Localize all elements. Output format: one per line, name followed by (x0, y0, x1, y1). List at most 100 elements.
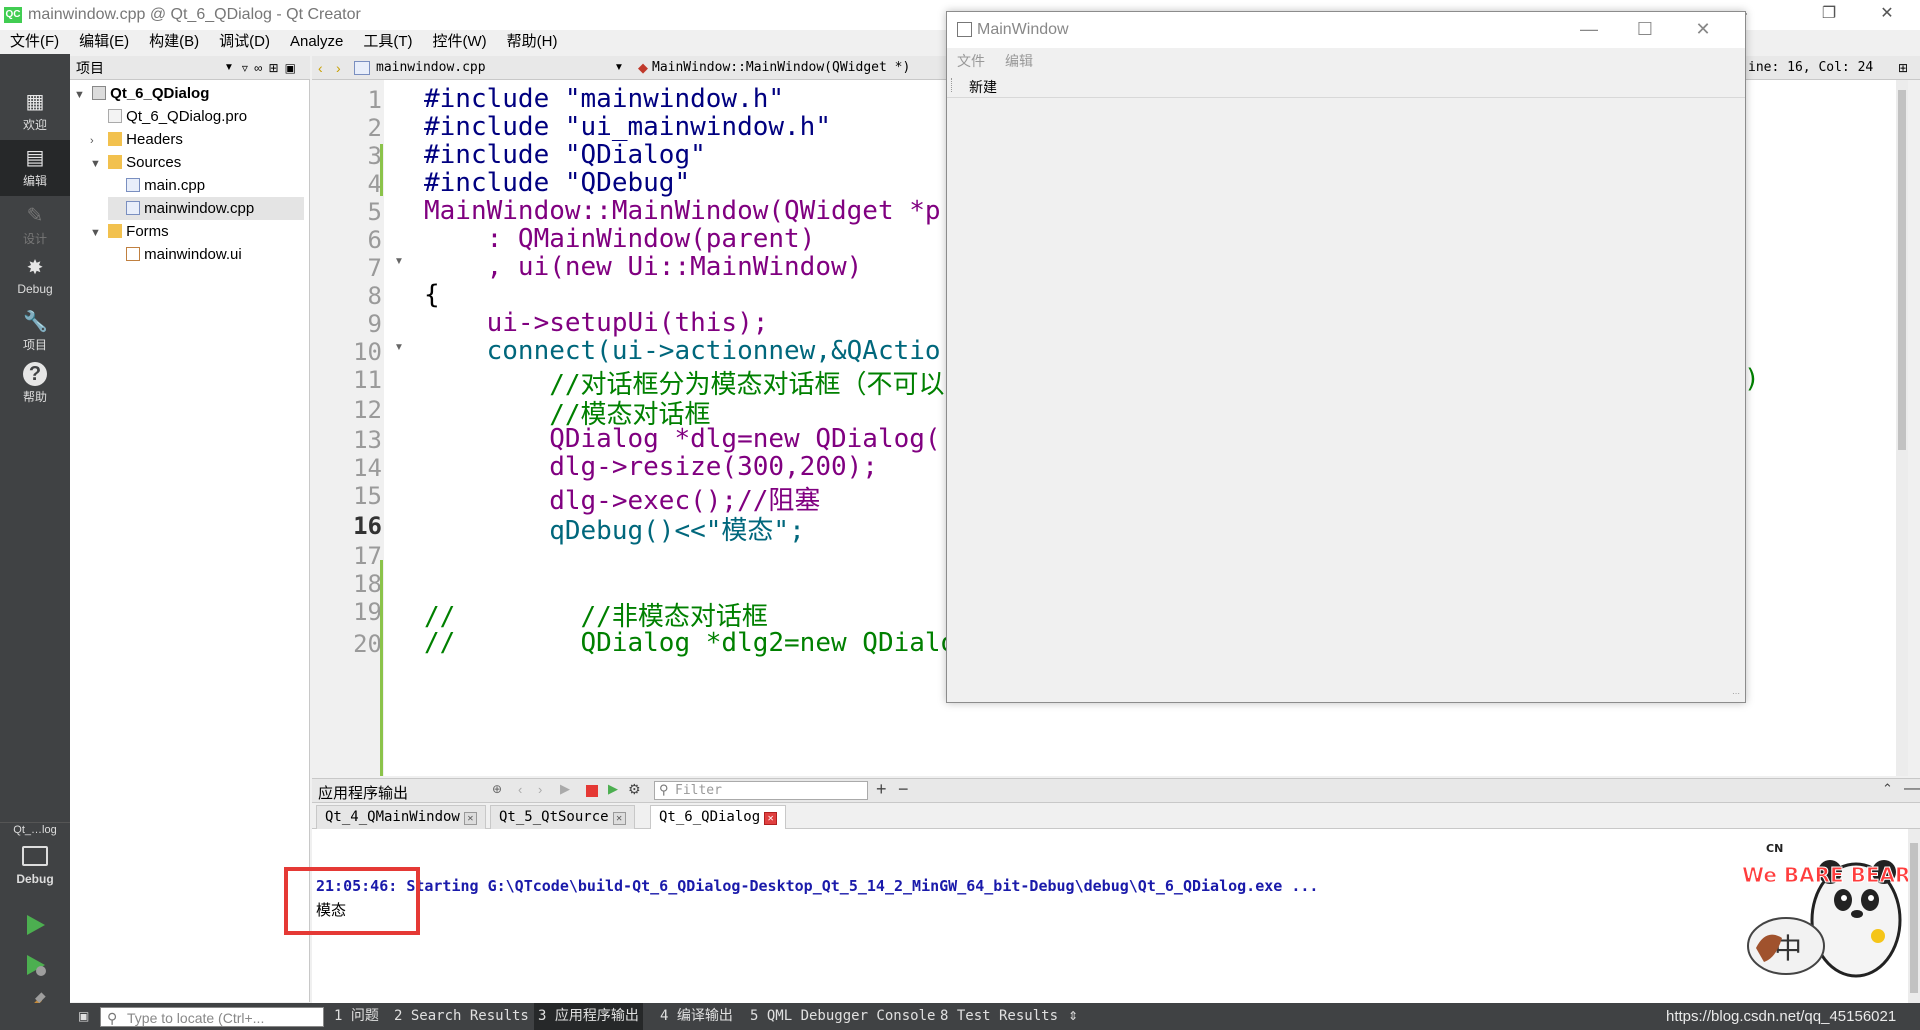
menu-debug[interactable]: 调试(D) (209, 30, 280, 54)
kit-selector[interactable]: Debug (0, 840, 70, 900)
code-line: , ui(new Ui::MainWindow) (424, 252, 863, 282)
output-tab-active[interactable]: Qt_6_QDialog ✕ (650, 805, 787, 829)
toolbar-grip[interactable] (951, 78, 953, 92)
status-pane-issues[interactable]: 1 问题 (334, 1003, 379, 1030)
status-pane-search-results[interactable]: 2 Search Results (394, 1003, 529, 1030)
chevron-down-icon[interactable]: ▼ (614, 56, 624, 80)
project-tree: ▼ Qt_6_QDialog Qt_6_QDialog.pro › Header… (70, 80, 310, 1002)
tree-item-main-cpp[interactable]: main.cpp (108, 174, 304, 197)
chevron-down-icon[interactable]: ▼ (224, 62, 234, 73)
gear-icon[interactable]: ⚙ (628, 781, 641, 798)
search-icon: ⚲ (107, 1010, 118, 1026)
tree-item-sources[interactable]: ▼ Sources (90, 151, 304, 174)
restore-icon[interactable]: ❐ (1806, 0, 1852, 30)
split-icon[interactable]: ⊞ (269, 61, 279, 75)
output-scrollbar[interactable] (1908, 829, 1920, 1003)
status-bar: ▣ ⚲ Type to locate (Ctrl+... 1 问题 2 Sear… (0, 1003, 1920, 1030)
tree-item-label: Sources (126, 154, 182, 171)
close-icon[interactable]: ✕ (1864, 0, 1910, 30)
close-tab-icon[interactable]: ✕ (463, 812, 477, 825)
debug-icon[interactable]: ▶ (608, 781, 618, 797)
editor-scrollbar[interactable] (1896, 80, 1908, 776)
attach-icon[interactable]: ⊕ (492, 782, 502, 796)
line-number: 12 (353, 396, 382, 424)
tree-item-headers[interactable]: › Headers (90, 128, 304, 151)
status-pane-test-results[interactable]: 8 Test Results (940, 1003, 1058, 1030)
more-panes-icon[interactable]: ⇕ (1068, 1003, 1078, 1030)
run-icon[interactable] (22, 912, 48, 938)
expand-arrow-icon[interactable]: ▼ (90, 222, 104, 245)
fold-arrow-icon[interactable]: ▼ (394, 256, 404, 267)
tree-item-project[interactable]: ▼ Qt_6_QDialog (74, 82, 304, 105)
resize-grip-icon[interactable]: ⋯ (1732, 689, 1742, 699)
output-tab[interactable]: Qt_5_QtSource ✕ (490, 805, 635, 829)
scrollbar-thumb[interactable] (1898, 90, 1906, 450)
status-pane-app-output[interactable]: 3 应用程序输出 (534, 1003, 643, 1030)
locator-input[interactable]: ⚲ Type to locate (Ctrl+... (100, 1007, 324, 1027)
mode-design[interactable]: ✎ 设计 (0, 198, 70, 254)
tree-item-mainwindow-cpp[interactable]: mainwindow.cpp (108, 197, 304, 220)
fold-arrow-icon[interactable]: ▼ (394, 342, 404, 353)
symbol-selector[interactable]: MainWindow::MainWindow(QWidget *) (652, 56, 910, 80)
mode-welcome[interactable]: ▦ 欢迎 (0, 84, 70, 140)
tree-item-pro[interactable]: Qt_6_QDialog.pro (90, 105, 304, 128)
running-mainwindow[interactable]: MainWindow — ☐ ✕ 文件 编辑 新建 ⋯ (946, 11, 1746, 703)
menu-widgets[interactable]: 控件(W) (423, 30, 497, 54)
tree-item-forms[interactable]: ▼ Forms (90, 220, 304, 243)
close-pane-icon[interactable]: ▣ (285, 61, 296, 75)
remove-icon[interactable]: − (898, 779, 909, 800)
mainwindow-menu-edit[interactable]: 编辑 (995, 51, 1043, 71)
code-line: #include "mainwindow.h" (424, 84, 785, 114)
close-tab-icon[interactable]: ✕ (612, 812, 626, 825)
expand-arrow-icon[interactable]: ▼ (90, 153, 104, 176)
mainwindow-menu-file[interactable]: 文件 (947, 51, 995, 71)
menu-edit[interactable]: 编辑(E) (69, 30, 139, 54)
nav-forward-icon[interactable]: › (538, 782, 542, 797)
file-selector[interactable]: mainwindow.cpp (376, 56, 486, 80)
tree-item-label: main.cpp (144, 177, 206, 194)
nav-back-icon[interactable]: ‹ (318, 56, 323, 80)
toolbar-action-new[interactable]: 新建 (969, 77, 997, 97)
folder-icon (108, 155, 123, 169)
scrollbar-thumb[interactable] (1910, 843, 1918, 993)
locator-placeholder: Type to locate (Ctrl+... (127, 1010, 265, 1026)
mode-debug-label: Debug (17, 282, 53, 296)
mode-help[interactable]: ? 帮助 (0, 356, 70, 412)
nav-back-icon[interactable]: ‹ (518, 782, 522, 797)
menu-analyze[interactable]: Analyze (280, 30, 353, 54)
stop-icon[interactable] (586, 785, 598, 797)
menu-file[interactable]: 文件(F) (0, 30, 69, 54)
output-filter-input[interactable]: ⚲ Filter (654, 781, 868, 800)
close-pane-icon[interactable]: — (1904, 780, 1920, 798)
mode-debug[interactable]: ✸ Debug (0, 250, 70, 306)
line-number: 1 (367, 86, 382, 114)
output-tab[interactable]: Qt_4_QMainWindow ✕ (316, 805, 486, 829)
expand-arrow-icon[interactable]: › (90, 130, 104, 153)
window-title: mainwindow.cpp @ Qt_6_QDialog - Qt Creat… (28, 6, 361, 23)
close-icon[interactable]: ✕ (1675, 12, 1731, 48)
menu-help[interactable]: 帮助(H) (497, 30, 568, 54)
close-tab-icon[interactable]: ✕ (764, 812, 778, 825)
minimize-icon[interactable]: — (1561, 12, 1617, 48)
tree-item-mainwindow-ui[interactable]: mainwindow.ui (108, 243, 304, 266)
output-tabs: Qt_4_QMainWindow ✕ Qt_5_QtSource ✕ Qt_6_QD… (312, 803, 1920, 829)
output-text-area[interactable]: 21:05:46: Starting G:\QTcode\build-Qt_6_… (312, 829, 1908, 1003)
mode-projects[interactable]: 🔧 项目 (0, 304, 70, 360)
maximize-pane-icon[interactable]: ⌃ (1882, 781, 1893, 797)
expand-arrow-icon[interactable]: ▼ (74, 84, 88, 107)
menu-build[interactable]: 构建(B) (139, 30, 209, 54)
toggle-sidebar-icon[interactable]: ▣ (78, 1003, 89, 1030)
link-icon[interactable]: ∞ (254, 61, 263, 75)
filter-icon[interactable]: ▿ (242, 61, 248, 75)
grid-icon: ▦ (25, 91, 45, 113)
maximize-icon[interactable]: ☐ (1617, 12, 1673, 48)
status-pane-qml-debugger[interactable]: 5 QML Debugger Console (750, 1003, 935, 1030)
split-editor-icon[interactable]: ⊞ (1898, 56, 1908, 80)
add-icon[interactable]: + (876, 779, 887, 800)
status-pane-compile-output[interactable]: 4 编译输出 (660, 1003, 733, 1030)
debug-run-icon[interactable] (22, 952, 48, 978)
rerun-icon[interactable]: ▶ (560, 781, 570, 797)
mode-edit[interactable]: ▤ 编辑 (0, 140, 70, 196)
menu-tools[interactable]: 工具(T) (353, 30, 422, 54)
nav-forward-icon[interactable]: › (336, 56, 341, 80)
